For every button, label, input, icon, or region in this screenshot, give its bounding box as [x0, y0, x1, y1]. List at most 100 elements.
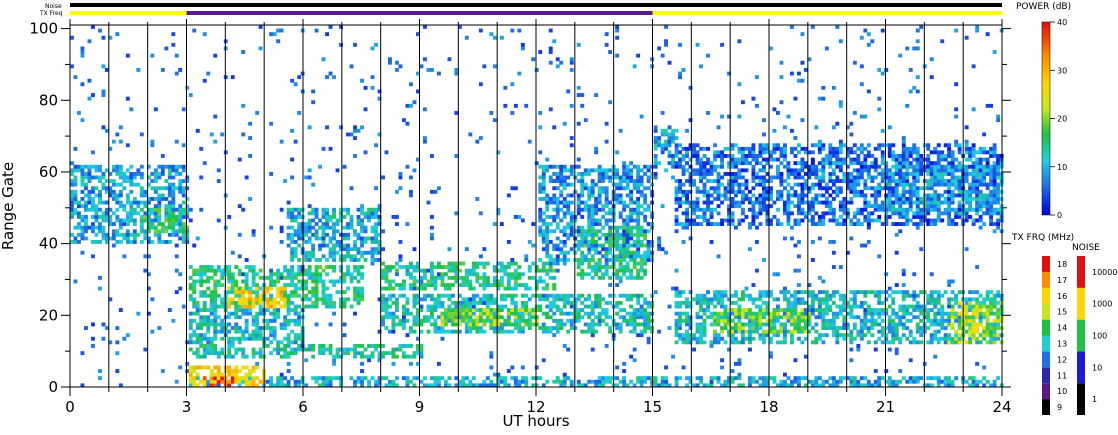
echo-cell: [538, 111, 543, 115]
echo-cell: [395, 268, 399, 273]
echo-cell: [545, 254, 550, 259]
echo-cell: [513, 283, 518, 287]
echo-cell: [342, 236, 347, 241]
echo-cell: [793, 168, 798, 173]
echo-cell: [604, 301, 609, 305]
echo-cell: [269, 275, 274, 280]
echo-cell: [713, 304, 717, 309]
echo-cell: [98, 28, 102, 33]
echo-cell: [520, 46, 525, 51]
echo-cell: [77, 240, 81, 244]
echo-cell: [464, 304, 469, 309]
echo-cell: [321, 211, 326, 216]
echo-cell: [241, 308, 246, 312]
echo-cell: [506, 283, 511, 287]
echo-cell: [629, 318, 634, 323]
echo-cell: [286, 351, 291, 356]
echo-cell: [762, 301, 766, 305]
echo-cell: [143, 347, 148, 352]
echo-cell: [332, 311, 336, 316]
echo-cell: [531, 57, 536, 62]
echo-cell: [814, 200, 819, 205]
echo-cell: [838, 164, 843, 169]
echo-cell: [171, 32, 176, 37]
echo-cell: [304, 258, 309, 262]
echo-cell: [111, 193, 116, 198]
echo-cell: [325, 297, 329, 302]
echo-cell: [618, 236, 623, 241]
echo-cell: [447, 286, 452, 291]
echo-cell: [202, 78, 207, 83]
echo-cell: [356, 290, 361, 295]
echo-cell: [604, 232, 609, 237]
echo-cell: [566, 175, 571, 180]
echo-cell: [269, 311, 274, 316]
echo-cell: [241, 329, 246, 334]
echo-cell: [828, 157, 833, 162]
echo-cell: [104, 128, 109, 133]
echo-cell: [430, 268, 434, 273]
echo-cell: [419, 379, 424, 384]
echo-cell: [482, 308, 487, 312]
echo-cell: [828, 150, 833, 155]
echo-cell: [639, 175, 644, 180]
echo-cell: [318, 279, 322, 284]
echo-cell: [353, 275, 357, 280]
echo-cell: [346, 268, 350, 273]
echo-cell: [797, 376, 801, 381]
echo-cell: [548, 240, 553, 244]
echo-cell: [800, 32, 805, 37]
echo-cell: [576, 204, 581, 209]
echo-cell: [195, 128, 200, 133]
echo-cell: [381, 272, 385, 277]
echo-cell: [311, 182, 316, 187]
echo-cell: [622, 175, 627, 180]
echo-cell: [391, 361, 396, 366]
echo-cell: [730, 154, 735, 158]
echo-cell: [625, 254, 630, 259]
echo-cell: [195, 279, 200, 284]
echo-cell: [737, 218, 742, 223]
echo-cell: [84, 207, 88, 212]
echo-cell: [384, 275, 389, 280]
echo-cell: [412, 283, 417, 287]
echo-cell: [713, 168, 717, 173]
echo-cell: [405, 103, 410, 108]
echo-cell: [555, 268, 560, 273]
echo-cell: [360, 369, 364, 373]
echo-cell: [437, 301, 441, 305]
echo-cell: [772, 150, 777, 155]
echo-cell: [790, 211, 794, 216]
echo-cell: [227, 322, 232, 327]
echo-cell: [91, 207, 95, 212]
echo-cell: [157, 207, 162, 212]
echo-cell: [125, 143, 130, 148]
echo-cell: [636, 186, 641, 191]
echo-cell: [328, 225, 333, 230]
echo-cell: [192, 28, 197, 33]
echo-cell: [734, 329, 738, 334]
echo-cell: [824, 182, 829, 187]
echo-cell: [674, 322, 679, 327]
echo-cell: [318, 272, 322, 277]
echo-cell: [821, 340, 826, 345]
echo-cell: [618, 243, 623, 248]
echo-cell: [758, 146, 763, 151]
echo-cell: [748, 200, 752, 205]
echo-cell: [91, 175, 95, 180]
echo-cell: [831, 172, 836, 176]
echo-cell: [758, 150, 763, 155]
echo-cell: [423, 286, 427, 291]
echo-cell: [587, 247, 592, 252]
echo-cell: [541, 326, 546, 330]
echo-cell: [629, 322, 634, 327]
echo-cell: [335, 376, 340, 381]
echo-cell: [73, 182, 78, 187]
echo-cell: [402, 293, 406, 298]
echo-cell: [828, 308, 833, 312]
echo-cell: [776, 329, 780, 334]
echo-cell: [503, 85, 508, 90]
echo-cell: [730, 143, 735, 148]
echo-cell: [297, 344, 302, 348]
echo-cell: [751, 172, 756, 176]
